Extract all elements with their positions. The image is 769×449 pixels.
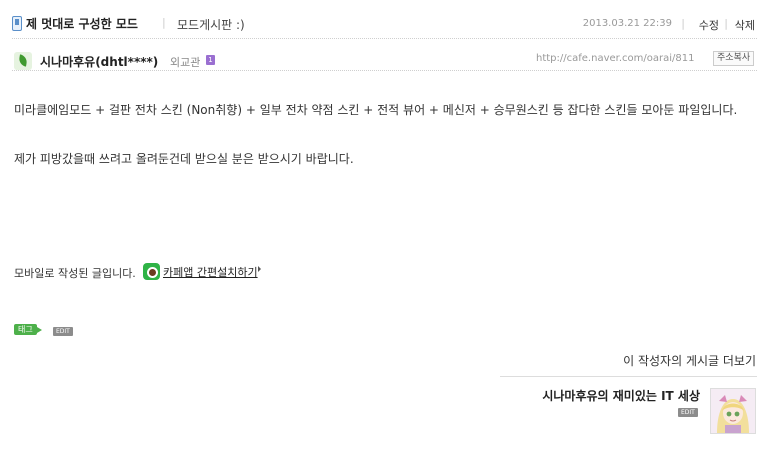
tag-edit-button[interactable]: EDIT	[53, 327, 73, 336]
post-title: 제 멋대로 구성한 모드	[26, 17, 138, 31]
leaf-icon	[14, 52, 32, 70]
title-separator: |	[162, 16, 166, 29]
post-date: 2013.03.21 22:39	[582, 18, 672, 29]
member-grade: 외교관	[170, 56, 201, 69]
cafe-app-icon[interactable]	[143, 263, 160, 280]
blog-divider	[500, 376, 757, 377]
edit-button[interactable]: 수정	[699, 17, 719, 33]
blog-title-link[interactable]: 시나마후유의 재미있는 IT 세상	[542, 387, 700, 404]
avatar[interactable]	[710, 388, 756, 434]
post-paragraph: 미라클에임모드 + 걸판 전차 스킨 (Non취향) + 일부 전차 약점 스킨…	[14, 103, 738, 117]
action-separator: |	[724, 17, 728, 30]
board-link[interactable]: 모드게시판 :)	[177, 16, 245, 33]
arrow-right-icon	[258, 266, 261, 272]
blog-edit-button[interactable]: EDIT	[678, 408, 698, 417]
post-url[interactable]: http://cafe.naver.com/oarai/811	[536, 53, 694, 64]
tag-badge: 태그	[14, 324, 42, 335]
author-nickname[interactable]: 시나마후유(dhtl****)	[40, 53, 158, 70]
author-divider	[12, 70, 757, 71]
post-header: 제 멋대로 구성한 모드 | 모드게시판 :) 2013.03.21 22:39…	[12, 14, 757, 34]
more-posts-link[interactable]: 이 작성자의 게시글 더보기	[623, 352, 756, 369]
avatar-image	[711, 389, 755, 433]
mobile-written-note: 모바일로 작성된 글입니다.	[14, 267, 136, 280]
post-paragraph: 제가 피방갔을때 쓰려고 올려둔건데 받으실 분은 받으시기 바랍니다.	[14, 152, 354, 166]
grade-badge: 1	[206, 55, 215, 65]
copy-address-button[interactable]: 주소복사	[713, 51, 755, 66]
date-separator: |	[681, 17, 685, 30]
mobile-phone-icon	[12, 16, 22, 31]
cafe-app-install-link[interactable]: 카페앱 간편설치하기	[163, 264, 258, 280]
delete-button[interactable]: 삭제	[735, 17, 755, 33]
header-divider	[12, 38, 757, 39]
